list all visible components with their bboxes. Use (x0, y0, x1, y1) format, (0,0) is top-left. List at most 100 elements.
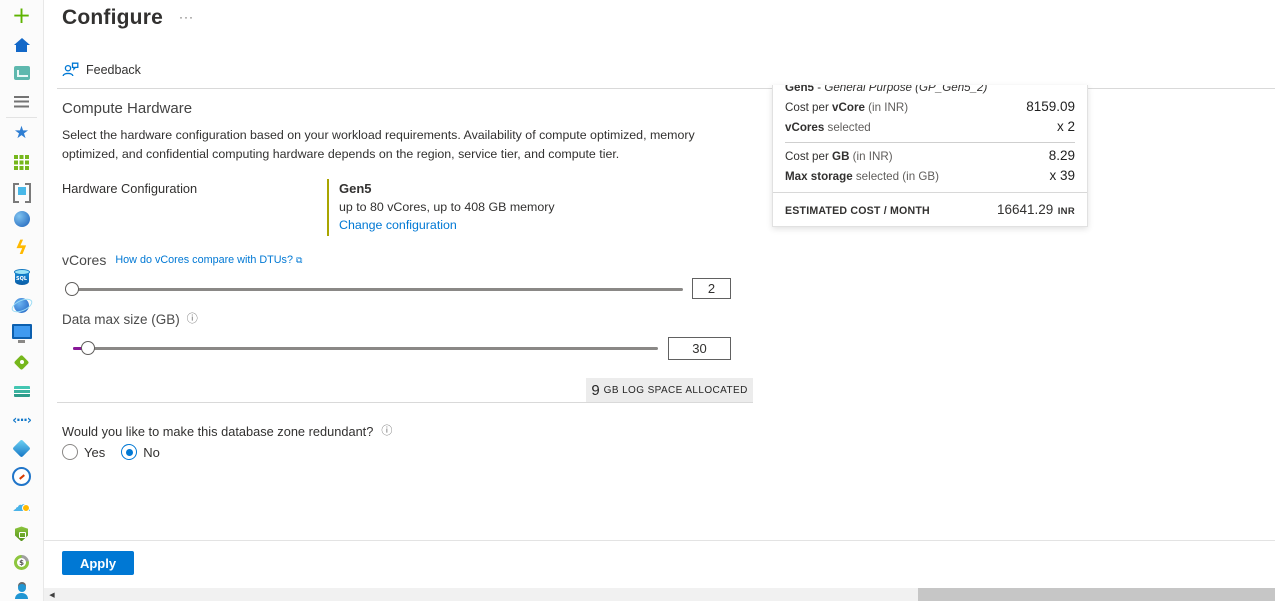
all-resources-icon (11, 151, 33, 173)
log-space-divider (57, 402, 753, 403)
home-icon (11, 34, 33, 56)
datasize-slider-thumb[interactable] (81, 341, 95, 355)
radio-no-label: No (143, 445, 160, 460)
vcores-selected-value: x 2 (1057, 119, 1075, 134)
zone-redundant-info-icon[interactable]: ⓘ (381, 426, 392, 437)
apply-button[interactable]: Apply (62, 551, 134, 575)
zone-redundant-question-row: Would you like to make this database zon… (62, 424, 392, 439)
sql-databases-icon (11, 266, 33, 288)
datasize-info-icon[interactable]: ⓘ (187, 314, 198, 325)
resource-groups-icon (11, 180, 33, 202)
zone-redundant-no-option[interactable]: No (121, 444, 160, 460)
sidebar-item-all-resources[interactable] (0, 148, 43, 177)
horizontal-scrollbar[interactable]: ◀ (44, 588, 1275, 601)
sidebar-item-defender[interactable] (0, 520, 43, 549)
cost-row-vcores-selected: vCores selected x 2 (785, 119, 1075, 134)
defender-icon (11, 523, 33, 545)
hardware-configuration-box: Gen5 up to 80 vCores, up to 408 GB memor… (327, 179, 555, 236)
cost-summary-card: Gen5 - General Purpose (GP_Gen5_2) Cost … (772, 85, 1088, 227)
sidebar-item-cosmos-db[interactable] (0, 291, 43, 320)
cost-row-gb-price: Cost per GB (in INR) 8.29 (785, 148, 1075, 163)
hardware-detail: up to 80 vCores, up to 408 GB memory (339, 200, 555, 214)
sidebar-divider (6, 117, 37, 118)
all-services-icon (11, 91, 33, 113)
sidebar-item-cost-management[interactable] (0, 548, 43, 577)
load-balancers-icon (11, 351, 33, 373)
hardware-configuration-label: Hardware Configuration (62, 181, 197, 196)
sidebar-item-monitor[interactable] (0, 463, 43, 492)
datasize-label: Data max size (GB) (62, 312, 180, 327)
estimated-cost-label: ESTIMATED COST / MONTH (785, 205, 930, 217)
sidebar-item-function-app[interactable] (0, 234, 43, 263)
sidebar-item-sql-databases[interactable] (0, 262, 43, 291)
change-configuration-link[interactable]: Change configuration (339, 218, 555, 232)
log-space-label: GB LOG SPACE ALLOCATED (604, 385, 748, 396)
radio-no-icon[interactable] (121, 444, 137, 460)
cost-sku-header: Gen5 - General Purpose (GP_Gen5_2) (785, 85, 1075, 94)
virtual-machines-icon (11, 323, 33, 345)
sidebar-item-virtual-machines[interactable] (0, 320, 43, 349)
toolbar-divider (57, 88, 1275, 89)
gb-price-value: 8.29 (1049, 148, 1075, 163)
datasize-row: Data max size (GB) ⓘ (62, 312, 198, 327)
vcores-slider-thumb[interactable] (65, 282, 79, 296)
log-space-value: 9 (591, 382, 599, 399)
sidebar-item-advisor[interactable] (0, 491, 43, 520)
sidebar-item-favorites[interactable] (0, 119, 43, 148)
estimated-cost-currency: INR (1058, 206, 1075, 217)
cosmos-db-icon (11, 294, 33, 316)
sidebar-item-resource-groups[interactable] (0, 177, 43, 206)
sidebar-item-azure-ad[interactable] (0, 434, 43, 463)
create-resource-icon (11, 5, 33, 27)
page-title: Configure (62, 6, 163, 30)
cost-divider (785, 142, 1075, 143)
sidebar-item-load-balancers[interactable] (0, 348, 43, 377)
configure-blade: Configure ··· Feedback Compute Hardware … (0, 0, 1275, 601)
app-services-icon (11, 208, 33, 230)
sidebar-item-all-services[interactable] (0, 88, 43, 117)
function-app-icon (11, 237, 33, 259)
vcores-input[interactable] (692, 278, 731, 299)
sidebar-item-virtual-networks[interactable] (0, 405, 43, 434)
storage-accounts-icon (11, 380, 33, 402)
datasize-input[interactable] (668, 337, 731, 360)
estimated-cost-row: ESTIMATED COST / MONTH 16641.29 INR (773, 192, 1087, 219)
horizontal-scrollbar-thumb[interactable] (918, 588, 1275, 601)
feedback-label: Feedback (86, 63, 141, 77)
feedback-button[interactable]: Feedback (62, 62, 141, 77)
section-heading: Compute Hardware (62, 100, 192, 117)
sidebar-item-create-resource[interactable] (0, 2, 43, 31)
sidebar-item-dashboard[interactable] (0, 59, 43, 88)
more-options-icon[interactable]: ··· (179, 10, 194, 24)
vcore-price-value: 8159.09 (1026, 99, 1075, 114)
datasize-slider-track[interactable] (73, 347, 658, 351)
vcores-label: vCores (62, 252, 106, 268)
sidebar-item-storage-accounts[interactable] (0, 377, 43, 406)
dtu-compare-link[interactable]: How do vCores compare with DTUs? ⧉ (115, 254, 302, 266)
portal-sidebar (0, 0, 44, 601)
monitor-icon (11, 466, 33, 488)
favorites-icon (11, 123, 33, 145)
sidebar-item-help-support[interactable] (0, 577, 43, 601)
radio-yes-icon[interactable] (62, 444, 78, 460)
vcores-slider[interactable] (65, 282, 683, 296)
zone-redundant-question: Would you like to make this database zon… (62, 424, 373, 439)
zone-redundant-yes-option[interactable]: Yes (62, 444, 105, 460)
datasize-slider[interactable] (73, 341, 658, 355)
max-storage-value: x 39 (1049, 168, 1075, 183)
log-space-badge: 9 GB LOG SPACE ALLOCATED (586, 378, 753, 403)
advisor-icon (11, 494, 33, 516)
azure-ad-icon (11, 437, 33, 459)
feedback-icon (62, 62, 79, 77)
footer-divider (44, 540, 1275, 541)
cost-row-max-storage: Max storage selected (in GB) x 39 (785, 168, 1075, 183)
sidebar-item-home[interactable] (0, 31, 43, 60)
vcores-slider-track[interactable] (65, 288, 683, 292)
sidebar-item-app-services[interactable] (0, 205, 43, 234)
cost-management-icon (11, 552, 33, 574)
help-support-icon (11, 580, 33, 601)
external-link-icon: ⧉ (296, 255, 302, 266)
scroll-left-arrow-icon[interactable]: ◀ (46, 588, 58, 601)
virtual-networks-icon (11, 409, 33, 431)
zone-redundant-options: Yes No (62, 444, 160, 460)
